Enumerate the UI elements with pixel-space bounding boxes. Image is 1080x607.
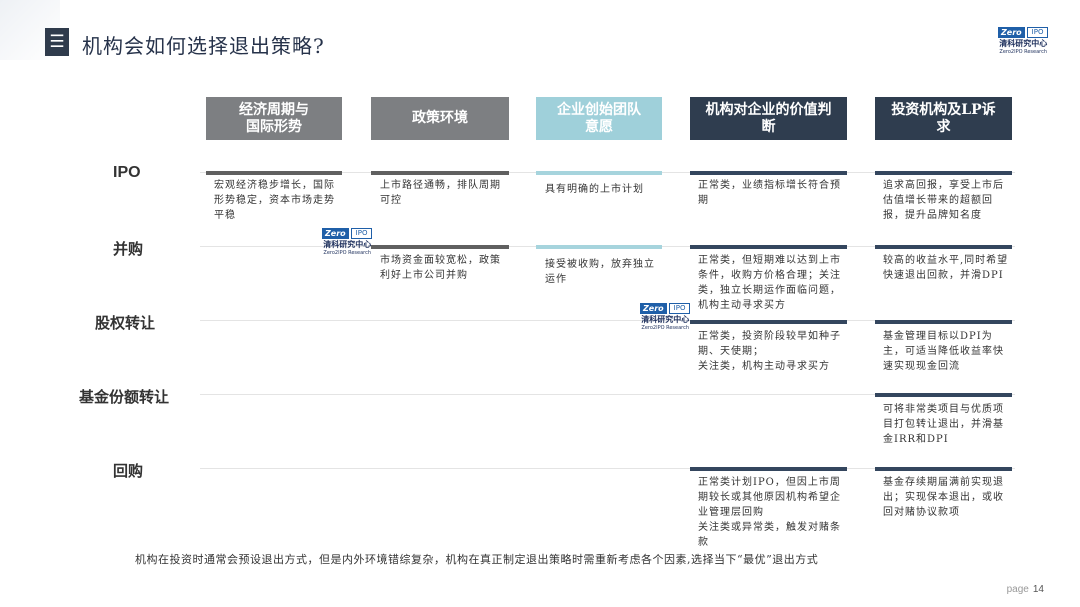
cell-bar: [690, 171, 847, 175]
cell-equity-lp: 基金管理目标以DPI为主，可适当降低收益率快速实现现金回流: [883, 331, 1004, 372]
cell-buyback-valuation: 正常类计划IPO，但因上市周期较长或其他原因机构希望企业管理层回购 关注类或异常…: [698, 477, 841, 548]
cell-ma-valuation: 正常类，但短期难以达到上市条件，收购方价格合理；关注类，独立长期运作面临问题，机…: [698, 255, 841, 311]
row-label-ma: 并购: [113, 240, 144, 258]
cell-fund-lp: 可将非常类项目与优质项目打包转让退出，并滑基金IRR和DPI: [883, 404, 1004, 445]
column-header-policy: 政策环境: [371, 97, 509, 140]
logo-ipo: IPO: [668, 303, 691, 314]
row-label-equity-transfer: 股权转让: [95, 314, 156, 332]
cell-ipo-lp: 追求高回报，享受上市后估值增长带来的超额回报，提升品牌知名度: [883, 180, 1004, 221]
cell-bar: [875, 245, 1012, 249]
cell-bar: [536, 171, 662, 175]
cell-ma-founder: 接受被收购，放弃独立运作: [545, 259, 655, 285]
cell-ma-lp: 较高的收益水平,同时希望快速退出回款，并滑DPI: [883, 255, 1009, 281]
page-title: 机构会如何选择退出策略?: [82, 34, 325, 58]
logo-zero: Zero: [322, 228, 349, 239]
cell-bar: [875, 393, 1012, 397]
cell-bar: [536, 245, 662, 249]
page-number-value: 14: [1032, 584, 1044, 595]
zero2ipo-logo-small: Zero IPO 清科研究中心 Zero2IPO Research: [640, 303, 691, 331]
page-label: page: [1006, 584, 1029, 595]
cell-bar: [690, 245, 847, 249]
logo-ipo: IPO: [350, 228, 373, 239]
logo-en: Zero2IPO Research: [323, 250, 372, 256]
cell-bar: [875, 320, 1012, 324]
cell-ipo-valuation: 正常类，业绩指标增长符合预期: [698, 180, 841, 206]
cell-bar: [206, 171, 342, 175]
logo-cn: 清科研究中心: [641, 315, 690, 324]
column-header-economy: 经济周期与 国际形势: [206, 97, 342, 140]
zero2ipo-logo-small: Zero IPO 清科研究中心 Zero2IPO Research: [322, 228, 373, 256]
cell-ipo-founder: 具有明确的上市计划: [545, 184, 644, 195]
cell-bar: [371, 245, 509, 249]
cell-bar: [690, 467, 847, 471]
row-label-ipo: IPO: [113, 164, 141, 181]
zero2ipo-logo: Zero IPO 清科研究中心 Zero2IPO Research: [998, 27, 1049, 55]
cell-buyback-lp: 基金存续期届满前实现退出；实现保本退出，或收回对赌协议款项: [883, 477, 1004, 518]
cell-bar: [690, 320, 847, 324]
footer-note: 机构在投资时通常会预设退出方式，但是内外环境错综复杂，机构在真正制定退出策略时需…: [135, 553, 819, 566]
row-label-fund-share-transfer: 基金份额转让: [79, 388, 170, 406]
column-header-lp: 投资机构及LP诉 求: [875, 97, 1012, 140]
page-number: page 14: [1007, 584, 1044, 595]
cell-equity-valuation: 正常类，投资阶段较早如种子期、天使期； 关注类，机构主动寻求买方: [698, 331, 841, 372]
menu-icon: ☰: [45, 28, 69, 56]
cell-bar: [875, 171, 1012, 175]
column-header-founder: 企业创始团队 意愿: [536, 97, 662, 140]
logo-zero: Zero: [640, 303, 667, 314]
logo-zero: Zero: [998, 27, 1025, 38]
logo-cn: 清科研究中心: [999, 39, 1048, 48]
cell-ipo-policy: 上市路径通畅，排队周期可控: [380, 180, 501, 206]
cell-ipo-economy: 宏观经济稳步增长，国际形势稳定，资本市场走势平稳: [214, 180, 335, 221]
cell-bar: [875, 467, 1012, 471]
cell-bar: [371, 171, 509, 175]
logo-en: Zero2IPO Research: [641, 325, 690, 331]
logo-en: Zero2IPO Research: [999, 49, 1048, 55]
row-label-buyback: 回购: [113, 462, 144, 480]
cell-ma-policy: 市场资金面较宽松，政策利好上市公司并购: [380, 255, 501, 281]
logo-ipo: IPO: [1026, 27, 1049, 38]
column-header-valuation: 机构对企业的价值判 断: [690, 97, 847, 140]
logo-cn: 清科研究中心: [323, 240, 372, 249]
